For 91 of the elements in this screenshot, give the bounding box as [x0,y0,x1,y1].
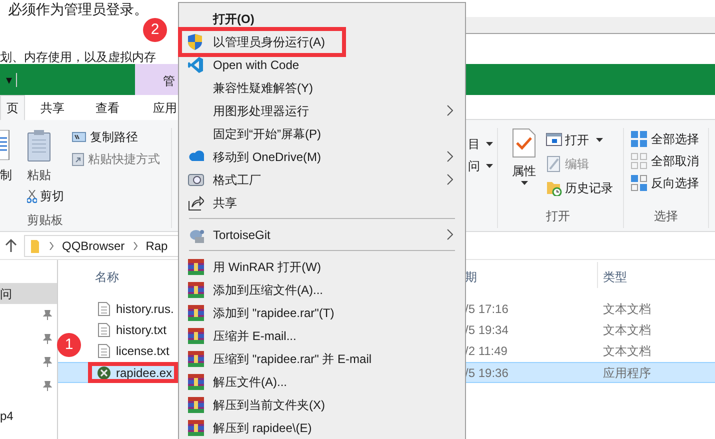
file-name: rapidee.ex [116,366,172,380]
ribbon-tab[interactable]: 页 [0,95,25,120]
partial-text: 划、内存使用，以及虚拟内存 [0,50,156,64]
menu-item[interactable]: 压缩到 "rapidee.rar" 并 E-mail [179,347,465,370]
archive-icon [188,282,204,298]
properties-button[interactable]: 属性 [508,128,540,185]
menu-item[interactable]: 格式工厂 [179,168,465,191]
ribbon-label[interactable]: 制 [0,168,12,182]
menu-item[interactable]: 解压文件(A)... [179,370,465,393]
pin-icon [43,357,52,367]
menu-item[interactable]: 解压到当前文件夹(X) [179,393,465,416]
archive-icon [188,374,204,390]
group-label: 打开 [546,209,570,223]
caret-icon [520,181,528,185]
menu-item[interactable]: 移动到 OneDrive(M) [179,145,465,168]
ribbon-button[interactable]: 全部选择 [631,131,699,147]
file-name: history.txt [116,323,166,337]
menu-item[interactable]: 固定到“开始”屏幕(P) [179,122,465,145]
checkmark-page-icon [512,128,536,158]
file-name: history.rus. [116,302,174,316]
text-file-icon [98,323,110,337]
file-type: 文本文档 [603,323,651,337]
file-row[interactable]: rapidee.ex [58,362,178,383]
ribbon-button[interactable]: 目 [468,136,497,152]
menu-item[interactable]: 用 WinRAR 打开(W) [179,255,465,278]
nav-item[interactable]: p4 [0,405,57,426]
quick-access-caret[interactable]: ▾ [6,74,12,86]
grid-icon [631,131,647,147]
pencil-page-icon [546,156,562,172]
ribbon-button[interactable]: 打开 [546,131,613,149]
file-type: 文本文档 [603,302,651,316]
group-label: 剪贴板 [27,213,63,227]
paste-button[interactable]: 粘贴 [27,168,51,182]
ribbon-button[interactable]: 全部取消 [631,153,699,169]
empty-grid-icon [631,153,647,169]
chevron-icon [49,242,54,250]
chevron-icon [132,242,138,250]
nav-item[interactable]: 问 [0,283,57,304]
app-icon [97,366,111,380]
column-header[interactable]: 期 [465,270,477,284]
folder-icon [31,238,41,252]
column-header[interactable]: 名称 [95,270,119,284]
pin-icon [43,310,52,320]
shortcut-icon [72,152,84,166]
file-name: license.txt [116,344,170,358]
share-icon [188,194,204,210]
file-type: 应用程序 [603,366,651,380]
context-tab[interactable]: 管 [135,64,178,95]
clipboard-icon [27,130,51,162]
archive-icon [188,258,204,274]
pin-icon [43,334,52,344]
window-icon [546,132,562,148]
cut-button[interactable]: 剪切 [27,187,64,205]
path-icon [72,132,86,142]
menu-item[interactable]: 压缩并 E-mail... [179,324,465,347]
pin-icon [43,381,52,391]
archive-icon [188,328,204,344]
ribbon-button[interactable]: 反向选择 [631,175,699,191]
text-file-icon [98,302,110,316]
menu-item[interactable]: 共享 [179,191,465,214]
ribbon-button[interactable]: 问 [468,158,497,174]
menu-item[interactable]: 以管理员身份运行(A) [179,30,465,53]
archive-icon [188,396,204,412]
ribbon-button[interactable]: 历史记录 [546,179,613,197]
column-header[interactable]: 类型 [603,270,627,284]
mixed-grid-icon [631,175,647,191]
group-label: 选择 [654,209,678,223]
shield-icon [188,34,204,50]
up-arrow-icon[interactable] [5,239,17,252]
caret-icon [486,164,493,168]
notice-text: 必须作为管理员登录。 [8,1,148,17]
scissors-icon [27,190,37,202]
menu-item[interactable]: 打开(O) [179,7,465,30]
breadcrumb[interactable]: QQBrowser [62,238,125,252]
caret-icon [596,138,603,142]
menu-item[interactable]: 添加到 "rapidee.rar"(T) [179,301,465,324]
text-file-icon [98,344,110,358]
menu-item[interactable]: 添加到压缩文件(A)... [179,278,465,301]
archive-icon [188,304,204,320]
ribbon-button[interactable]: 复制路径 [72,129,160,145]
file-type: 文本文档 [603,344,651,358]
callout-badge: 1 [57,333,81,357]
menu-item[interactable]: 解压到 rapidee\(E) [179,416,465,439]
menu-item[interactable]: Open with Code [179,53,465,76]
callout-badge: 2 [143,18,167,42]
breadcrumb[interactable]: Rap [146,238,168,252]
archive-icon [188,350,204,366]
caret-icon [486,142,493,146]
archive-icon [188,420,204,436]
code-editor-icon [188,56,204,72]
folder-clock-icon [546,180,562,196]
